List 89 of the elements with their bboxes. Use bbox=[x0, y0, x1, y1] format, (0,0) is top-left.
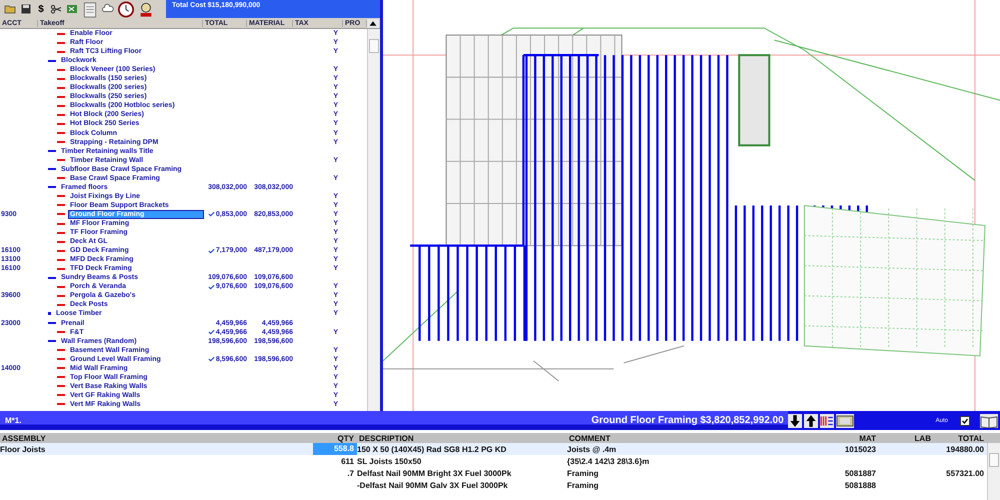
item-marker-icon bbox=[57, 68, 65, 71]
scrollbar[interactable] bbox=[367, 29, 380, 411]
item-marker-icon bbox=[57, 78, 65, 80]
item-marker-icon bbox=[57, 358, 65, 360]
group-marker-icon bbox=[48, 60, 56, 62]
panel-title: M*1. bbox=[4, 416, 22, 425]
assembly-row[interactable]: -Delfast Nail 90MM Galv 3X Fuel 3000Pk Framing 5081888 bbox=[0, 479, 987, 491]
column-header[interactable]: TOTAL bbox=[934, 434, 987, 442]
group-marker-icon bbox=[48, 340, 56, 342]
item-marker-icon bbox=[57, 141, 65, 144]
item-marker-icon bbox=[57, 385, 65, 388]
description-cell-text: Delfast Nail 90MM Bright 3X Fuel 3000Pk bbox=[357, 468, 512, 478]
item-marker-icon bbox=[57, 222, 65, 224]
item-marker-icon bbox=[57, 195, 65, 198]
folder-icon[interactable] bbox=[4, 3, 16, 15]
item-marker-icon bbox=[57, 159, 65, 162]
item-marker-icon bbox=[57, 349, 65, 352]
down-arrow-icon[interactable] bbox=[788, 414, 802, 428]
bullet-icon bbox=[48, 312, 51, 316]
auto-checkbox[interactable] bbox=[960, 416, 970, 426]
group-marker-icon bbox=[48, 168, 56, 170]
item-marker-icon bbox=[57, 250, 65, 252]
item-marker-icon bbox=[57, 304, 65, 306]
item-marker-icon bbox=[57, 331, 65, 334]
item-marker-icon bbox=[57, 114, 65, 116]
description-cell-text: SL Joists 150x50 bbox=[357, 456, 422, 466]
column-header[interactable]: LAB bbox=[879, 434, 934, 442]
item-marker-icon bbox=[57, 104, 65, 107]
total-cell-text: 557321.00 bbox=[945, 468, 985, 478]
item-marker-icon bbox=[57, 50, 65, 53]
scroll-up-icon[interactable] bbox=[367, 18, 379, 28]
column-header[interactable]: DESCRIPTION bbox=[357, 434, 567, 442]
group-marker-icon bbox=[48, 276, 56, 279]
item-marker-icon bbox=[57, 42, 65, 44]
item-marker-icon bbox=[57, 240, 65, 243]
item-marker-icon bbox=[57, 96, 65, 98]
item-marker-icon bbox=[57, 258, 65, 261]
scissors-icon[interactable] bbox=[50, 3, 62, 15]
item-marker-icon bbox=[57, 232, 65, 234]
column-header[interactable]: MAT bbox=[829, 434, 879, 442]
item-marker-icon bbox=[57, 86, 65, 89]
item-marker-icon bbox=[57, 376, 65, 378]
spreadsheet-icon[interactable] bbox=[66, 3, 78, 15]
material-code-cell-text: 1015023 bbox=[844, 444, 877, 454]
assembly-row[interactable]: .7 Delfast Nail 90MM Bright 3X Fuel 3000Pk Framing 5081887 557321.00 bbox=[0, 467, 987, 479]
book-icon[interactable] bbox=[980, 414, 998, 428]
item-marker-icon bbox=[57, 367, 65, 370]
up-arrow-icon[interactable] bbox=[804, 414, 818, 428]
comment-cell-text: Framing bbox=[567, 480, 600, 490]
cartoon-figure-icon[interactable] bbox=[138, 0, 154, 18]
group-marker-icon bbox=[48, 150, 56, 152]
description-cell-text: -Delfast Nail 90MM Galv 3X Fuel 3000Pk bbox=[357, 480, 509, 490]
item-marker-icon bbox=[57, 403, 65, 406]
item-marker-icon bbox=[57, 213, 65, 216]
quantity-cell[interactable]: .7 bbox=[313, 468, 357, 478]
item-marker-icon bbox=[57, 122, 65, 125]
column-header[interactable]: COMMENT bbox=[567, 434, 829, 442]
item-marker-icon bbox=[57, 32, 65, 35]
group-marker-icon bbox=[48, 322, 56, 324]
cloud-icon[interactable] bbox=[102, 3, 114, 15]
material-code-cell-text: 5081888 bbox=[844, 480, 877, 490]
assembly-row[interactable]: Floor Joists 558.8 150 X 50 (140X45) Rad SG8 H1.2 PG KD Joists @ .4m 1015023 194880.00 bbox=[0, 443, 987, 455]
item-marker-icon bbox=[57, 204, 65, 206]
material-code-cell-text: 5081887 bbox=[844, 468, 877, 478]
column-header[interactable]: QTY bbox=[313, 434, 357, 442]
quantity-cell[interactable]: 611 bbox=[313, 456, 357, 466]
comment-cell-text: Framing bbox=[567, 468, 600, 478]
column-header[interactable]: ASSEMBLY bbox=[0, 434, 313, 442]
list-view-icon[interactable] bbox=[820, 414, 834, 428]
monitor-icon[interactable] bbox=[836, 414, 854, 428]
save-icon[interactable] bbox=[20, 3, 32, 15]
item-marker-icon bbox=[57, 286, 65, 288]
item-marker-icon bbox=[57, 268, 65, 270]
assembly-row[interactable]: 611 SL Joists 150x50 {35\2.4 142\3 28\3.6}m bbox=[0, 455, 987, 467]
item-marker-icon bbox=[57, 294, 65, 297]
dollar-button[interactable]: $ bbox=[36, 4, 46, 14]
item-marker-icon bbox=[57, 394, 65, 396]
summary-label: Ground Floor Framing $3,820,852,992.00 bbox=[590, 415, 785, 426]
comment-cell-text: Joists @ .4m bbox=[567, 444, 618, 454]
group-marker-icon bbox=[48, 186, 56, 188]
comment-cell-text: {35\2.4 142\3 28\3.6}m bbox=[567, 456, 650, 466]
assembly-cell-text: Floor Joists bbox=[0, 444, 46, 454]
clipboard-icon[interactable] bbox=[82, 0, 98, 18]
item-marker-icon bbox=[57, 177, 65, 180]
total-cell-text: 194880.00 bbox=[945, 444, 985, 454]
scrollbar[interactable] bbox=[987, 443, 1000, 500]
clock-icon[interactable] bbox=[118, 0, 134, 18]
item-marker-icon bbox=[57, 132, 65, 134]
description-cell-text: 150 X 50 (140X45) Rad SG8 H1.2 PG KD bbox=[357, 444, 508, 454]
